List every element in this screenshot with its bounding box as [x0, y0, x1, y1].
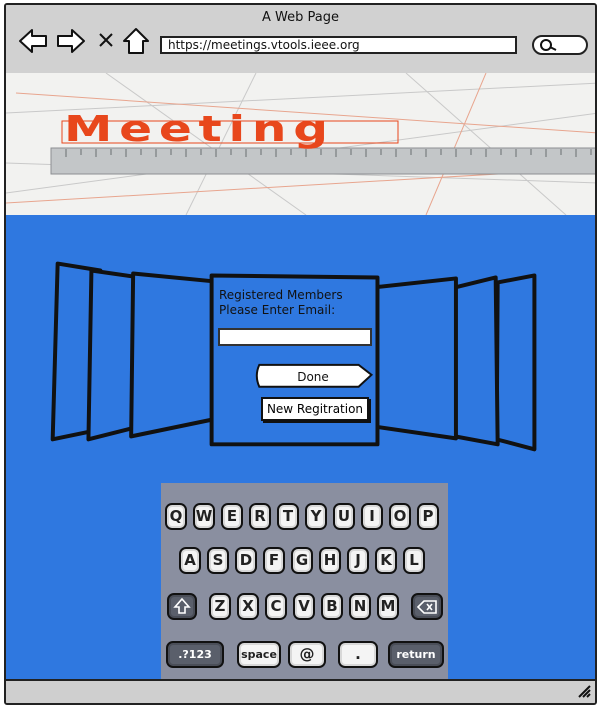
key-i[interactable]: I: [361, 503, 383, 530]
main-content: Registered Members Please Enter Email: D…: [6, 215, 595, 685]
key-t[interactable]: T: [277, 503, 299, 530]
key-s[interactable]: S: [207, 547, 229, 574]
key-d[interactable]: D: [235, 547, 257, 574]
key-j[interactable]: J: [347, 547, 369, 574]
prompt-line-1: Registered Members: [219, 288, 343, 302]
key-q[interactable]: Q: [165, 503, 187, 530]
done-button[interactable]: Done: [262, 367, 364, 387]
resize-grip-icon[interactable]: [577, 684, 591, 698]
close-icon[interactable]: [98, 32, 114, 48]
right-panel-outer: [494, 273, 537, 452]
shift-up-arrow-icon: [173, 597, 191, 614]
home-icon[interactable]: [122, 27, 150, 55]
key-u[interactable]: U: [333, 503, 355, 530]
email-field[interactable]: [218, 328, 372, 346]
right-panel-middle: [452, 275, 500, 447]
prompt-line-2: Please Enter Email:: [219, 303, 336, 317]
back-arrow-icon[interactable]: [18, 27, 48, 55]
shift-key[interactable]: [167, 593, 197, 620]
key-k[interactable]: K: [375, 547, 397, 574]
numbers-key[interactable]: .?123: [166, 641, 224, 668]
search-icon[interactable]: [539, 37, 559, 53]
key-m[interactable]: M: [377, 593, 399, 620]
key-v[interactable]: V: [293, 593, 315, 620]
key-n[interactable]: N: [349, 593, 371, 620]
address-bar[interactable]: https://meetings.vtools.ieee.org: [160, 36, 517, 54]
key-a[interactable]: A: [179, 547, 201, 574]
key-o[interactable]: O: [389, 503, 411, 530]
key-b[interactable]: B: [321, 593, 343, 620]
key-w[interactable]: W: [193, 503, 215, 530]
key-e[interactable]: E: [221, 503, 243, 530]
key-g[interactable]: G: [291, 547, 313, 574]
key-z[interactable]: Z: [209, 593, 231, 620]
backspace-icon: [416, 600, 437, 614]
key-c[interactable]: C: [265, 593, 287, 620]
right-panel-inner: [371, 276, 458, 441]
key-y[interactable]: Y: [305, 503, 327, 530]
browser-window: A Web Page https://meetings.vtools.ieee.…: [4, 3, 597, 705]
left-panel-inner: [129, 271, 217, 439]
window-title: A Web Page: [262, 10, 339, 25]
at-key[interactable]: @: [288, 641, 326, 668]
browser-titlebar: A Web Page https://meetings.vtools.ieee.…: [6, 5, 595, 75]
search-field[interactable]: [532, 35, 588, 55]
key-x[interactable]: X: [237, 593, 259, 620]
hero-banner: Meeting: [6, 73, 595, 215]
forward-arrow-icon[interactable]: [56, 27, 86, 55]
new-registration-button[interactable]: New Regitration: [261, 397, 369, 421]
hero-logo-text: Meeting: [64, 109, 335, 150]
key-r[interactable]: R: [249, 503, 271, 530]
key-l[interactable]: L: [403, 547, 425, 574]
return-key[interactable]: return: [388, 641, 444, 668]
backspace-key[interactable]: [411, 593, 443, 620]
key-p[interactable]: P: [417, 503, 439, 530]
space-key[interactable]: space: [237, 641, 281, 668]
dot-key[interactable]: .: [338, 641, 378, 668]
key-h[interactable]: H: [319, 547, 341, 574]
browser-statusbar: [6, 679, 595, 703]
key-f[interactable]: F: [263, 547, 285, 574]
onscreen-keyboard: Q W E R T Y U I O P A S D F G H J K L Z …: [161, 483, 448, 685]
